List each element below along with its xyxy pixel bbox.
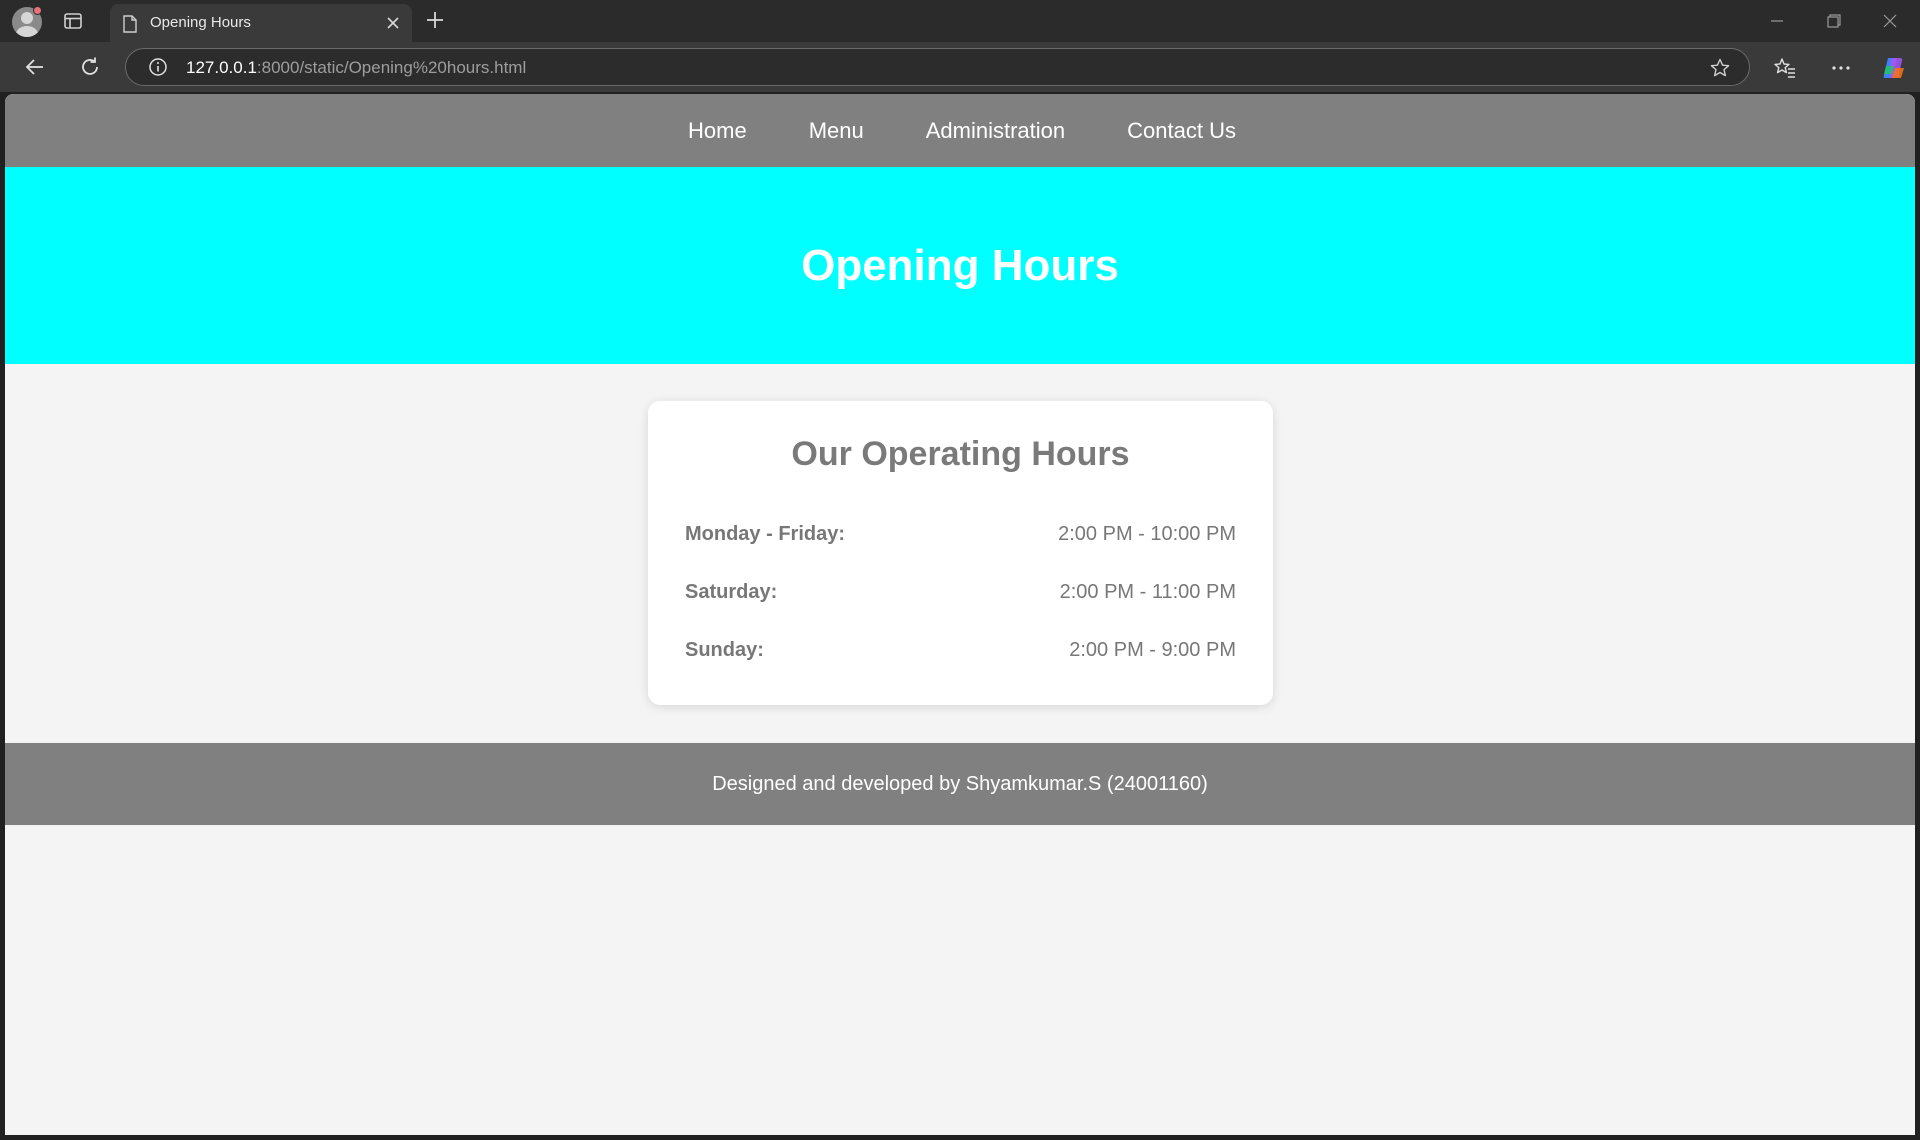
- hours-heading: Our Operating Hours: [791, 435, 1130, 473]
- browser-toolbar: 127.0.0.1:8000/static/Opening%20hours.ht…: [0, 42, 1920, 92]
- nav-home-link[interactable]: Home: [688, 118, 747, 144]
- page-title: Opening Hours: [801, 240, 1119, 290]
- active-tab[interactable]: Opening Hours: [110, 4, 412, 42]
- hours-day: Sunday:: [685, 639, 764, 661]
- hero-banner: Opening Hours: [5, 167, 1915, 364]
- url-path: :8000/static/Opening%20hours.html: [256, 58, 527, 77]
- nav-administration-link[interactable]: Administration: [926, 118, 1065, 144]
- hours-row: Monday - Friday: 2:00 PM - 10:00 PM: [685, 523, 1236, 546]
- notification-dot: [33, 6, 42, 15]
- page-icon: [123, 15, 137, 33]
- url-host: 127.0.0.1: [186, 58, 257, 77]
- star-icon[interactable]: [1709, 57, 1731, 79]
- restore-icon[interactable]: [1825, 12, 1843, 30]
- favorites-icon[interactable]: [1773, 56, 1797, 80]
- hours-day: Saturday:: [685, 581, 778, 603]
- nav-menu-link[interactable]: Menu: [809, 118, 864, 144]
- hours-time: 2:00 PM - 9:00 PM: [1069, 639, 1236, 661]
- close-icon[interactable]: [384, 14, 402, 32]
- hours-row: Saturday: 2:00 PM - 11:00 PM: [685, 581, 1236, 604]
- nav-contact-link[interactable]: Contact Us: [1127, 118, 1236, 144]
- hours-row: Sunday: 2:00 PM - 9:00 PM: [685, 639, 1236, 662]
- copilot-icon[interactable]: [1880, 54, 1908, 82]
- site-nav: Home Menu Administration Contact Us: [5, 94, 1915, 167]
- site-footer: Designed and developed by Shyamkumar.S (…: [5, 743, 1915, 825]
- hours-card: Our Operating Hours Monday - Friday: 2:0…: [648, 401, 1273, 705]
- info-icon[interactable]: [148, 57, 168, 77]
- url-text: 127.0.0.1:8000/static/Opening%20hours.ht…: [186, 58, 526, 78]
- more-icon[interactable]: [1829, 56, 1853, 80]
- hours-time: 2:00 PM - 10:00 PM: [1058, 523, 1236, 545]
- tab-title: Opening Hours: [150, 14, 251, 31]
- plus-icon[interactable]: [424, 9, 446, 31]
- hours-day: Monday - Friday:: [685, 523, 846, 545]
- page-viewport: Home Menu Administration Contact Us Open…: [5, 94, 1915, 1135]
- minimize-icon[interactable]: [1768, 12, 1786, 30]
- address-bar[interactable]: 127.0.0.1:8000/static/Opening%20hours.ht…: [125, 48, 1750, 86]
- hours-time: 2:00 PM - 11:00 PM: [1059, 581, 1236, 603]
- footer-text: Designed and developed by Shyamkumar.S (…: [712, 772, 1208, 795]
- tab-actions-icon[interactable]: [63, 11, 83, 31]
- browser-tab-bar: Opening Hours: [0, 0, 1920, 42]
- reload-icon[interactable]: [78, 55, 102, 79]
- back-arrow-icon[interactable]: [23, 55, 47, 79]
- window-close-icon[interactable]: [1881, 12, 1899, 30]
